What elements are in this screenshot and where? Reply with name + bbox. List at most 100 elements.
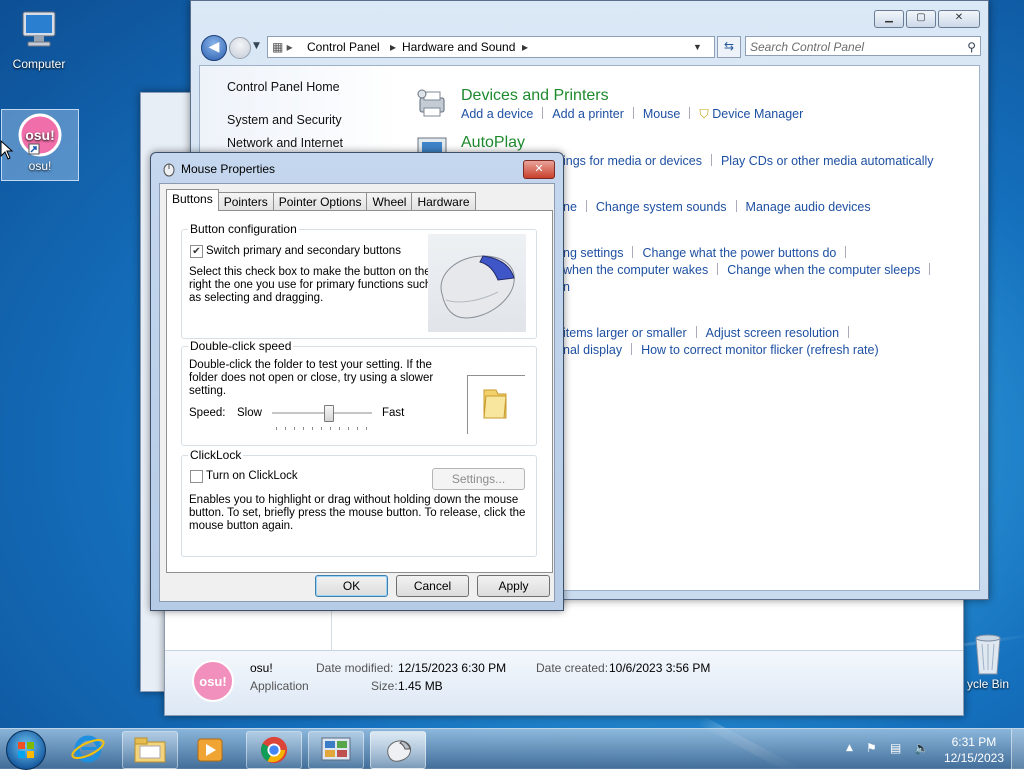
size-label: Size: — [371, 679, 398, 693]
control-panel-taskbar-button[interactable] — [308, 731, 364, 769]
tab-pointers[interactable]: Pointers — [217, 192, 274, 211]
clicklock-label[interactable]: Turn on ClickLock — [206, 470, 298, 483]
clock-time: 6:31 PM — [951, 735, 997, 749]
autoplay-settings-link[interactable]: ings for media or devices — [563, 154, 702, 168]
mouse-properties-taskbar-button[interactable] — [370, 731, 426, 769]
double-click-description-line: setting. — [189, 385, 227, 397]
power-settings-link[interactable]: ng settings — [563, 246, 623, 260]
clock[interactable]: 6:31 PM 12/15/2023 — [944, 734, 1004, 766]
svg-text:osu!: osu! — [199, 674, 226, 689]
slider-ticks — [272, 427, 372, 430]
tab-hardware[interactable]: Hardware — [411, 192, 476, 211]
add-device-link[interactable]: Add a device — [461, 107, 533, 121]
nav-network-and-internet[interactable]: Network and Internet — [227, 136, 343, 150]
close-button[interactable]: ✕ — [938, 10, 980, 28]
forward-button[interactable] — [229, 37, 251, 59]
double-click-speed-slider[interactable] — [272, 403, 372, 431]
volume-muted-icon[interactable]: 🔈 — [914, 741, 929, 755]
internet-explorer-button[interactable] — [70, 733, 110, 765]
nav-system-and-security[interactable]: System and Security — [227, 113, 342, 127]
details-pane: osu! osu! Application Date modified: 12/… — [165, 650, 963, 715]
power-plan-link[interactable]: n — [563, 280, 570, 294]
search-input[interactable]: Search Control Panel ⚲ — [745, 36, 981, 56]
folder-icon[interactable] — [480, 386, 510, 422]
address-dropdown-icon[interactable]: ▼ — [693, 37, 702, 57]
date-modified-value: 12/15/2023 6:30 PM — [398, 661, 507, 675]
sound-links: ne Change system sounds Manage audio devic… — [563, 200, 871, 214]
show-hidden-icons-button[interactable]: ▲ — [846, 743, 853, 753]
desktop-icon-computer[interactable]: Computer — [1, 8, 77, 71]
slider-tick — [321, 427, 322, 430]
address-bar[interactable]: ▦ ▸ Control Panel ▸ Hardware and Sound ▸… — [267, 36, 715, 58]
fast-label: Fast — [382, 407, 405, 419]
power-links-row3: n — [563, 280, 570, 294]
switch-buttons-label[interactable]: Switch primary and secondary buttons — [206, 245, 401, 258]
adjust-resolution-link[interactable]: Adjust screen resolution — [706, 326, 839, 340]
test-area[interactable] — [467, 375, 525, 434]
breadcrumb-control-panel[interactable]: Control Panel — [307, 37, 380, 57]
tab-pointer-options[interactable]: Pointer Options — [272, 192, 368, 211]
computer-sleeps-link[interactable]: Change when the computer sleeps — [727, 263, 920, 277]
mouse-link[interactable]: Mouse — [643, 107, 681, 121]
breadcrumb-separator-icon[interactable]: ▸ — [390, 37, 396, 57]
add-printer-link[interactable]: Add a printer — [552, 107, 624, 121]
link-separator — [929, 263, 931, 275]
cancel-button[interactable]: Cancel — [396, 575, 469, 597]
device-manager-link[interactable]: Device Manager — [712, 107, 803, 121]
osu-icon: osu! — [18, 113, 62, 157]
play-cds-link[interactable]: Play CDs or other media automatically — [721, 154, 934, 168]
tab-strip: Buttons Pointers Pointer Options Wheel H… — [166, 189, 476, 211]
breadcrumb-separator-icon[interactable]: ▸ — [522, 37, 528, 57]
desktop-icon-label: osu! — [28, 159, 52, 173]
refresh-button[interactable]: ⇆ — [717, 36, 741, 58]
slider-thumb[interactable] — [324, 405, 334, 422]
breadcrumb-hardware-and-sound[interactable]: Hardware and Sound — [402, 37, 515, 57]
computer-icon — [22, 11, 56, 47]
clicklock-description-line: mouse button again. — [189, 520, 294, 532]
show-desktop-button[interactable] — [1011, 729, 1024, 769]
date-modified-label: Date modified: — [316, 661, 394, 675]
tab-wheel[interactable]: Wheel — [366, 192, 413, 211]
svg-text:osu!: osu! — [25, 127, 55, 143]
mouse-cursor-icon — [0, 140, 14, 160]
chrome-button[interactable] — [246, 731, 302, 769]
maximize-button[interactable]: ▢ — [906, 10, 936, 28]
dialog-close-button[interactable]: ✕ — [523, 160, 555, 179]
clicklock-checkbox[interactable] — [190, 470, 203, 483]
change-system-sounds-link[interactable]: Change system sounds — [596, 200, 727, 214]
ok-button[interactable]: OK — [315, 575, 388, 597]
apply-button[interactable]: Apply — [477, 575, 550, 597]
tab-buttons[interactable]: Buttons — [166, 189, 219, 211]
network-icon[interactable]: ▤ — [890, 741, 901, 755]
clicklock-settings-button[interactable]: Settings... — [432, 468, 525, 490]
recent-pages-button[interactable]: ▼ — [253, 41, 260, 51]
link-separator — [848, 326, 850, 338]
manage-audio-devices-link[interactable]: Manage audio devices — [746, 200, 871, 214]
password-wake-link[interactable]: when the computer wakes — [563, 263, 708, 277]
slider-track — [272, 412, 372, 415]
clock-date: 12/15/2023 — [943, 751, 1004, 765]
sound-volume-link[interactable]: ne — [563, 200, 577, 214]
nav-control-panel-home[interactable]: Control Panel Home — [227, 80, 340, 94]
power-buttons-link[interactable]: Change what the power buttons do — [642, 246, 836, 260]
back-button[interactable]: ◀ — [201, 35, 227, 61]
windows-logo-icon — [18, 742, 34, 758]
file-explorer-button[interactable] — [122, 731, 178, 769]
internet-explorer-icon — [71, 735, 105, 763]
switch-buttons-checkbox[interactable]: ✔ — [190, 245, 203, 258]
start-button[interactable] — [6, 730, 46, 770]
external-display-link[interactable]: nal display — [563, 343, 622, 357]
caption-buttons: ▁ ▢ ✕ — [874, 10, 980, 28]
text-size-link[interactable]: items larger or smaller — [563, 326, 687, 340]
desktop: Computer osu! osu! ycle Bin osu! osu! Ap… — [0, 0, 1024, 781]
action-center-icon[interactable]: ⚑ — [866, 741, 877, 755]
media-player-button[interactable] — [182, 731, 238, 769]
group-title: ClickLock — [188, 448, 244, 462]
link-separator — [695, 326, 697, 338]
autoplay-title[interactable]: AutoPlay — [461, 134, 525, 152]
devices-and-printers-title[interactable]: Devices and Printers — [461, 87, 609, 105]
desktop-icon-label: Computer — [12, 57, 66, 71]
minimize-button[interactable]: ▁ — [874, 10, 904, 28]
monitor-flicker-link[interactable]: How to correct monitor flicker (refresh … — [641, 343, 879, 357]
autoplay-links: ings for media or devices Play CDs or oth… — [563, 154, 934, 168]
